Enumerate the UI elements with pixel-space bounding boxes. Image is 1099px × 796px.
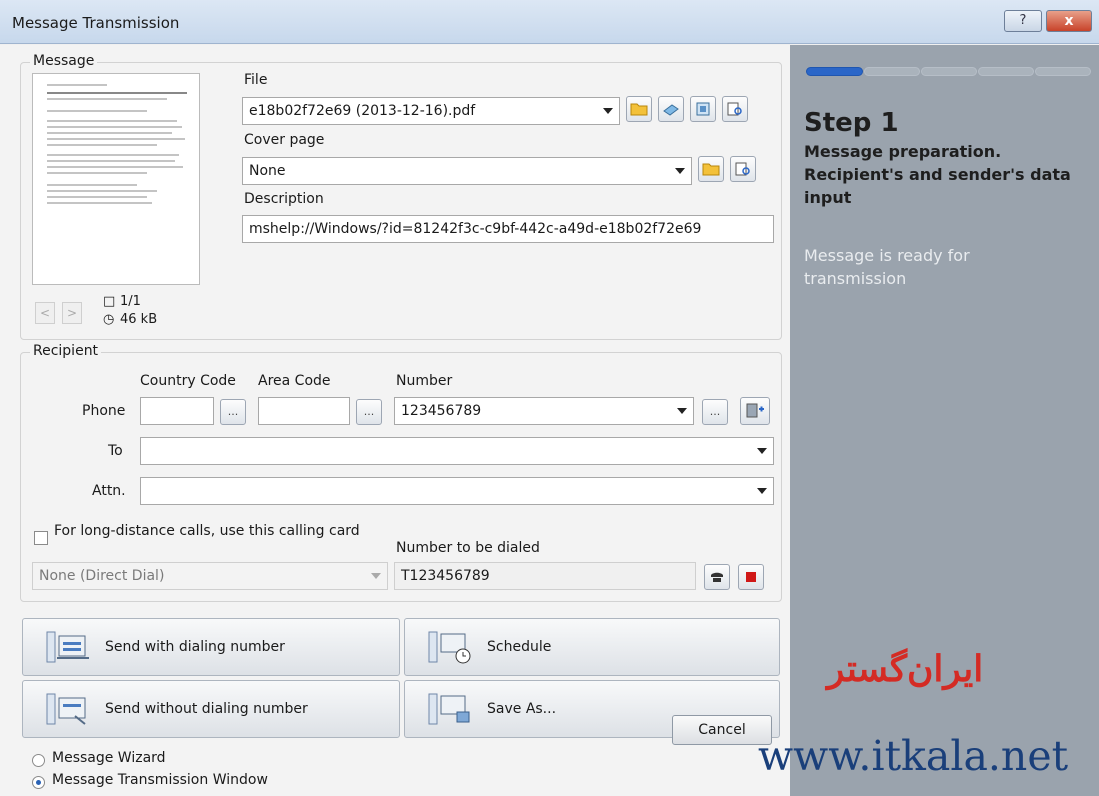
number-browse-button[interactable]: ... <box>702 399 728 425</box>
page-count: 1/1 <box>120 294 141 309</box>
document-preview <box>32 73 200 285</box>
open-folder-icon[interactable] <box>626 96 652 122</box>
message-wizard-label: Message Wizard <box>52 750 166 766</box>
transmission-window-label: Message Transmission Window <box>52 772 268 788</box>
number-select[interactable]: 123456789 <box>394 397 694 425</box>
fax-send-icon <box>46 693 86 725</box>
calling-card-label: For long-distance calls, use this callin… <box>54 523 360 539</box>
open-folder-icon[interactable] <box>698 156 724 182</box>
recipient-legend: Recipient <box>30 343 102 359</box>
save-as-label: Save As... <box>487 701 557 717</box>
dial-phone-icon[interactable] <box>704 564 730 590</box>
title-bar: Message Transmission ? x <box>0 0 1099 44</box>
cover-label: Cover page <box>244 132 325 148</box>
area-code-label: Area Code <box>258 373 331 389</box>
message-wizard-radio[interactable] <box>32 754 45 767</box>
calling-card-checkbox[interactable] <box>34 531 48 545</box>
message-legend: Message <box>30 53 98 69</box>
area-code-browse-button[interactable]: ... <box>356 399 382 425</box>
clipboard-icon[interactable] <box>690 96 716 122</box>
watermark-url: www.itkala.net <box>758 732 1069 780</box>
step-progress-segment <box>864 67 920 76</box>
chevron-down-icon <box>677 408 687 414</box>
chevron-down-icon <box>603 108 613 114</box>
phone-label: Phone <box>82 403 126 419</box>
dialed-label: Number to be dialed <box>396 540 540 556</box>
save-fax-icon <box>428 693 470 725</box>
fax-send-icon <box>46 631 89 663</box>
dialed-number-field: T123456789 <box>394 562 696 590</box>
attn-label: Attn. <box>92 483 126 499</box>
send-without-dialing-button[interactable]: Send without dialing number <box>22 680 400 738</box>
country-code-label: Country Code <box>140 373 236 389</box>
file-select[interactable]: e18b02f72e69 (2013-12-16).pdf <box>242 97 620 125</box>
step-progress-segment <box>921 67 977 76</box>
step-subtitle: Message preparation. Recipient's and sen… <box>804 142 1071 207</box>
description-label: Description <box>244 191 324 207</box>
preview-icon[interactable] <box>722 96 748 122</box>
next-page-button[interactable]: > <box>62 302 82 324</box>
preview-icon[interactable] <box>730 156 756 182</box>
area-code-field[interactable] <box>258 397 350 425</box>
to-select[interactable] <box>140 437 774 465</box>
help-button[interactable]: ? <box>1004 10 1042 32</box>
step-status: Message is ready for transmission <box>804 246 970 288</box>
schedule-button[interactable]: Schedule <box>404 618 780 676</box>
country-code-browse-button[interactable]: ... <box>220 399 246 425</box>
send-with-dialing-button[interactable]: Send with dialing number <box>22 618 400 676</box>
close-button[interactable]: x <box>1046 10 1092 32</box>
calling-card-select[interactable]: None (Direct Dial) <box>32 562 388 590</box>
send-without-dialing-label: Send without dialing number <box>105 701 308 717</box>
cancel-button[interactable]: Cancel <box>672 715 772 745</box>
add-contact-icon[interactable] <box>740 397 770 425</box>
stop-icon[interactable] <box>738 564 764 590</box>
chevron-down-icon <box>757 488 767 494</box>
step-progress-segment <box>1035 67 1091 76</box>
prev-page-button[interactable]: < <box>35 302 55 324</box>
file-label: File <box>244 72 268 88</box>
file-size: 46 kB <box>120 312 158 327</box>
brand-logo: ایران‌گستر <box>827 648 984 690</box>
cover-select[interactable]: None <box>242 157 692 185</box>
to-label: To <box>108 443 123 459</box>
page-icon: □ <box>103 294 116 309</box>
step-progress-segment <box>978 67 1034 76</box>
chevron-down-icon <box>675 168 685 174</box>
description-field[interactable]: mshelp://Windows/?id=81242f3c-c9bf-442c-… <box>242 215 774 243</box>
transmission-window-radio[interactable] <box>32 776 45 789</box>
schedule-label: Schedule <box>487 639 552 655</box>
window-title: Message Transmission <box>12 14 180 32</box>
number-label: Number <box>396 373 453 389</box>
step-title: Step 1 <box>804 108 899 138</box>
clock-icon: ◷ <box>103 312 115 327</box>
chevron-down-icon <box>371 573 381 579</box>
step-progress-segment <box>806 67 863 76</box>
scanner-icon[interactable] <box>658 96 684 122</box>
country-code-field[interactable] <box>140 397 214 425</box>
attn-select[interactable] <box>140 477 774 505</box>
chevron-down-icon <box>757 448 767 454</box>
schedule-clock-icon <box>428 631 471 664</box>
send-with-dialing-label: Send with dialing number <box>105 639 285 655</box>
